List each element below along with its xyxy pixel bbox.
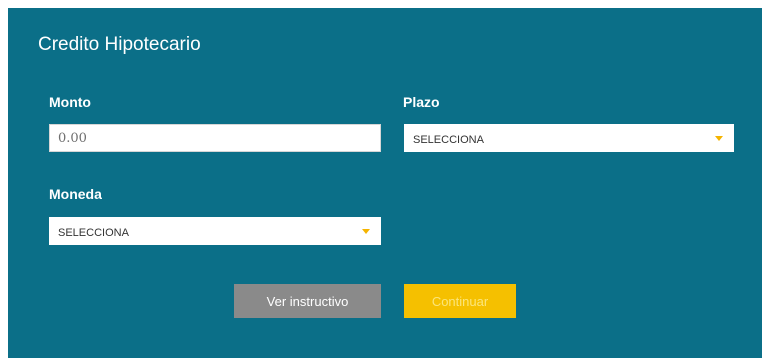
chevron-down-icon — [715, 135, 723, 141]
continuar-button[interactable]: Continuar — [404, 284, 516, 318]
chevron-down-icon — [362, 228, 370, 234]
moneda-selected-value: SELECCIONA — [58, 227, 129, 239]
moneda-label: Moneda — [49, 186, 102, 202]
ver-instructivo-button[interactable]: Ver instructivo — [234, 284, 381, 318]
page-title: Credito Hipotecario — [38, 34, 201, 55]
mortgage-form-panel: Credito Hipotecario Monto Plazo SELECCIO… — [8, 8, 762, 358]
monto-input[interactable] — [49, 124, 381, 152]
moneda-select[interactable]: SELECCIONA — [49, 217, 381, 245]
monto-label: Monto — [49, 94, 91, 110]
plazo-select[interactable]: SELECCIONA — [404, 124, 734, 152]
plazo-selected-value: SELECCIONA — [413, 134, 484, 146]
plazo-label: Plazo — [403, 94, 440, 110]
